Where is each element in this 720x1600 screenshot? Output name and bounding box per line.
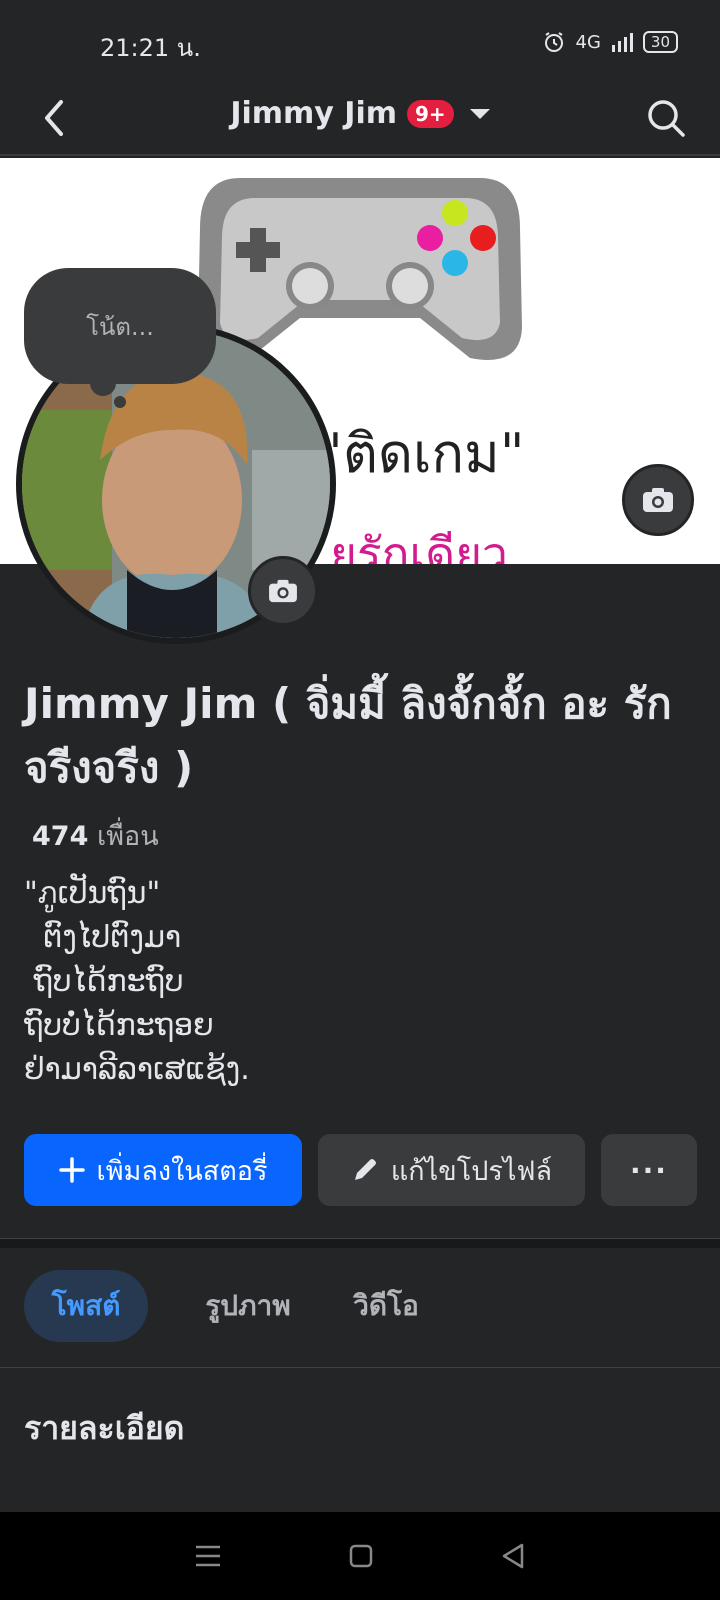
top-nav-bar: Jimmy Jim 9+ xyxy=(0,82,720,156)
chevron-down-icon xyxy=(469,108,490,119)
notification-badge: 9+ xyxy=(406,99,454,128)
details-section: รายละเอียด xyxy=(0,1369,720,1513)
cover-camera-button[interactable] xyxy=(622,464,694,536)
search-icon xyxy=(648,100,685,137)
note-placeholder: โน้ต... xyxy=(86,312,154,341)
menu-icon[interactable] xyxy=(193,1543,223,1569)
status-bar: 21:21 น. 4G 30 xyxy=(0,0,720,82)
home-icon[interactable] xyxy=(348,1543,374,1569)
nav-title: Jimmy Jim xyxy=(230,96,397,131)
system-nav-bar xyxy=(0,1512,720,1600)
profile-tabs: โพสต์ รูปภาพ วิดีโอ xyxy=(0,1248,720,1368)
search-button[interactable] xyxy=(642,94,690,142)
network-label: 4G xyxy=(575,31,601,53)
friends-label: เพื่อน xyxy=(96,821,159,852)
details-title: รายละเอียด xyxy=(24,1409,185,1447)
edit-profile-label: แก้ไขโปรไฟล์ xyxy=(390,1155,553,1187)
cover-text-line2: ยรักเดียว xyxy=(330,527,508,564)
more-options-button[interactable]: ··· xyxy=(601,1134,697,1206)
note-bubble-tail-small xyxy=(114,396,126,408)
plus-icon xyxy=(58,1157,85,1183)
pencil-icon xyxy=(354,1159,376,1180)
avatar-camera-button[interactable] xyxy=(248,556,318,626)
profile-bio: "ภູເປັນຖົນ" ຕົງໄປຕົງມາ ຖົບໄດ້ກະຖົບ ຖົບບໍ… xyxy=(24,876,250,1087)
cover-text-line1: "ติดเกม" xyxy=(318,422,525,485)
add-to-story-label: เพิ่มลงในสตอรี่ xyxy=(96,1155,268,1187)
signal-icon xyxy=(611,33,633,52)
alarm-icon xyxy=(544,32,563,52)
tab-photos[interactable]: รูปภาพ xyxy=(178,1270,318,1342)
friends-count[interactable]: 474 เพื่อน xyxy=(32,814,159,857)
edit-profile-button[interactable]: แก้ไขโปรไฟล์ xyxy=(318,1134,585,1206)
status-icons: 4G 30 xyxy=(542,30,678,54)
tab-posts[interactable]: โพสต์ xyxy=(24,1270,148,1342)
section-divider xyxy=(0,1238,720,1248)
add-to-story-button[interactable]: เพิ่มลงในสตอรี่ xyxy=(24,1134,302,1206)
profile-name: Jimmy Jim ( จิ่มมี้ ลิงจั้กจั้ก อะ รักจร… xyxy=(24,679,672,792)
tab-videos[interactable]: วิดีโอ xyxy=(336,1270,436,1342)
note-bubble-tail xyxy=(90,370,116,396)
friends-number: 474 xyxy=(32,821,89,852)
back-nav-icon[interactable] xyxy=(499,1542,527,1570)
status-time: 21:21 น. xyxy=(100,34,201,62)
more-icon: ··· xyxy=(630,1153,668,1187)
camera-icon xyxy=(643,488,673,512)
profile-switcher[interactable]: Jimmy Jim 9+ xyxy=(0,96,720,131)
note-bubble[interactable]: โน้ต... xyxy=(24,268,216,384)
camera-icon xyxy=(269,579,297,603)
battery-icon: 30 xyxy=(642,31,678,53)
